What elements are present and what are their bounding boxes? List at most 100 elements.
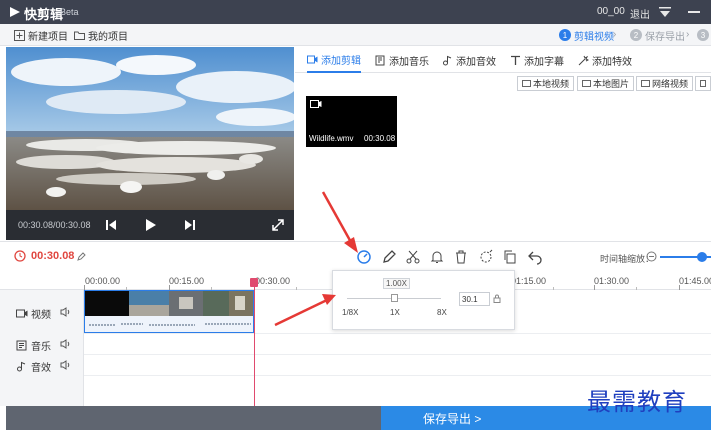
step-edit-video[interactable]: 1 剪辑视频: [559, 28, 614, 43]
zoom-out-icon[interactable]: [646, 251, 657, 262]
clip-name: Wildlife.wmv: [309, 134, 354, 143]
folder-icon: [74, 31, 85, 40]
step-number: 1: [559, 29, 571, 41]
my-projects-label: 我的项目: [88, 31, 128, 43]
step-label: 剪辑视频: [574, 31, 614, 43]
clip-duration: 00:30.08: [364, 134, 396, 143]
volume-icon[interactable]: [60, 360, 72, 370]
preview-frame-image: [6, 47, 294, 210]
track-name: 音效: [31, 363, 51, 374]
tab-label: 添加特效: [592, 56, 632, 68]
trash-icon[interactable]: [453, 249, 469, 265]
more-source-button[interactable]: [695, 76, 711, 91]
minimize-icon[interactable]: [688, 11, 700, 13]
user-name[interactable]: 00_00: [597, 6, 625, 17]
music-track-icon: [16, 340, 27, 351]
tab-add-subtitle[interactable]: 添加字幕: [510, 47, 564, 73]
tab-add-sound-effect[interactable]: 添加音效: [442, 47, 496, 73]
clip-filmstrip-image: [85, 291, 253, 332]
chevron-right-icon: ›: [613, 29, 617, 40]
plus-box-icon: [14, 29, 25, 41]
playhead-handle[interactable]: [250, 278, 258, 287]
video-camera-icon: [310, 100, 322, 108]
crop-icon[interactable]: [478, 249, 494, 265]
online-video-button[interactable]: 网络视频: [636, 76, 694, 91]
button-label: 网络视频: [652, 79, 689, 89]
ruler-label: 01:45.00: [679, 276, 711, 286]
tab-label: 添加剪辑: [321, 55, 361, 67]
sound-track-icon: [17, 361, 26, 372]
annotation-arrows: [274, 191, 358, 327]
tab-add-clip[interactable]: 添加剪辑: [307, 47, 361, 73]
copy-icon[interactable]: [502, 249, 518, 265]
bell-icon[interactable]: [429, 249, 445, 265]
track-label-video: 视频: [16, 306, 51, 321]
title-bar: 快剪辑 Beta 00_00 退出: [0, 0, 711, 24]
button-label: 本地视频: [533, 79, 570, 89]
track-label-music: 音乐: [16, 338, 51, 353]
tab-label: 添加音乐: [389, 56, 429, 68]
beta-label: Beta: [60, 7, 79, 17]
video-preview: [6, 47, 294, 210]
zoom-slider-handle[interactable]: [697, 252, 707, 262]
volume-icon[interactable]: [60, 307, 72, 317]
effect-icon: [578, 55, 589, 65]
image-file-icon: [582, 80, 591, 87]
export-label: 保存导出 >: [423, 411, 482, 426]
edit-time-icon[interactable]: [77, 252, 86, 261]
step-label: 保存导出: [645, 31, 685, 43]
step-number: 2: [630, 29, 642, 41]
video-icon: [307, 55, 318, 63]
local-image-button[interactable]: 本地图片: [577, 76, 635, 91]
sound-track: [0, 355, 711, 376]
app-name: 快剪辑: [24, 7, 64, 22]
playhead-line[interactable]: [254, 284, 255, 406]
bottom-bar: [6, 406, 381, 430]
track-name: 音乐: [31, 342, 51, 353]
local-video-button[interactable]: 本地视频: [517, 76, 575, 91]
chevron-right-icon: ›: [686, 29, 690, 40]
logout-link[interactable]: 退出: [630, 6, 650, 21]
video-file-icon: [522, 80, 531, 87]
speed-duration-input[interactable]: [459, 292, 490, 306]
step-number: 3: [697, 29, 709, 41]
step-save-export[interactable]: 2 保存导出: [630, 28, 685, 43]
watermark-text: 最需教育: [587, 388, 687, 416]
track-labels: 视频 音乐 音效: [0, 290, 84, 406]
new-project-label: 新建项目: [28, 31, 68, 43]
tab-label: 添加字幕: [524, 56, 564, 68]
tab-label: 添加音效: [456, 56, 496, 68]
media-clip-thumbnail[interactable]: Wildlife.wmv 00:30.08: [306, 96, 397, 147]
pencil-icon[interactable]: [381, 249, 397, 265]
speed-slider-handle[interactable]: [391, 294, 398, 302]
app-logo-icon: [10, 7, 20, 17]
lock-icon[interactable]: [493, 294, 501, 303]
track-name: 视频: [31, 310, 51, 321]
menu-dropdown-icon[interactable]: [658, 6, 672, 18]
more-icon: [700, 80, 706, 87]
player-controls: 00:30.08/00:30.08: [6, 210, 294, 240]
music-track: [0, 334, 711, 355]
scissors-icon[interactable]: [405, 249, 421, 265]
undo-icon[interactable]: [527, 249, 543, 265]
play-icon[interactable]: [143, 218, 157, 232]
next-frame-icon[interactable]: [183, 218, 197, 232]
speed-max-label: 8X: [437, 308, 447, 317]
timeline-video-clip[interactable]: [84, 290, 254, 333]
speed-mid-label: 1X: [390, 308, 400, 317]
new-project-button[interactable]: 新建项目: [14, 28, 68, 43]
ruler-label: 01:30.00: [594, 276, 630, 286]
step-three[interactable]: 3: [697, 28, 709, 42]
ruler-label: 00:15.00: [169, 276, 205, 286]
video-track-icon: [16, 309, 28, 318]
button-label: 本地图片: [593, 79, 630, 89]
volume-icon[interactable]: [60, 339, 72, 349]
my-projects-button[interactable]: 我的项目: [74, 28, 128, 43]
previous-frame-icon[interactable]: [104, 218, 118, 232]
web-video-icon: [641, 80, 650, 87]
clock-icon: [14, 250, 26, 262]
current-time: 00:30.08: [31, 250, 75, 262]
tab-add-effect[interactable]: 添加特效: [578, 47, 632, 73]
tab-add-music[interactable]: 添加音乐: [375, 47, 429, 73]
ruler-label: 01:15.00: [511, 276, 547, 286]
